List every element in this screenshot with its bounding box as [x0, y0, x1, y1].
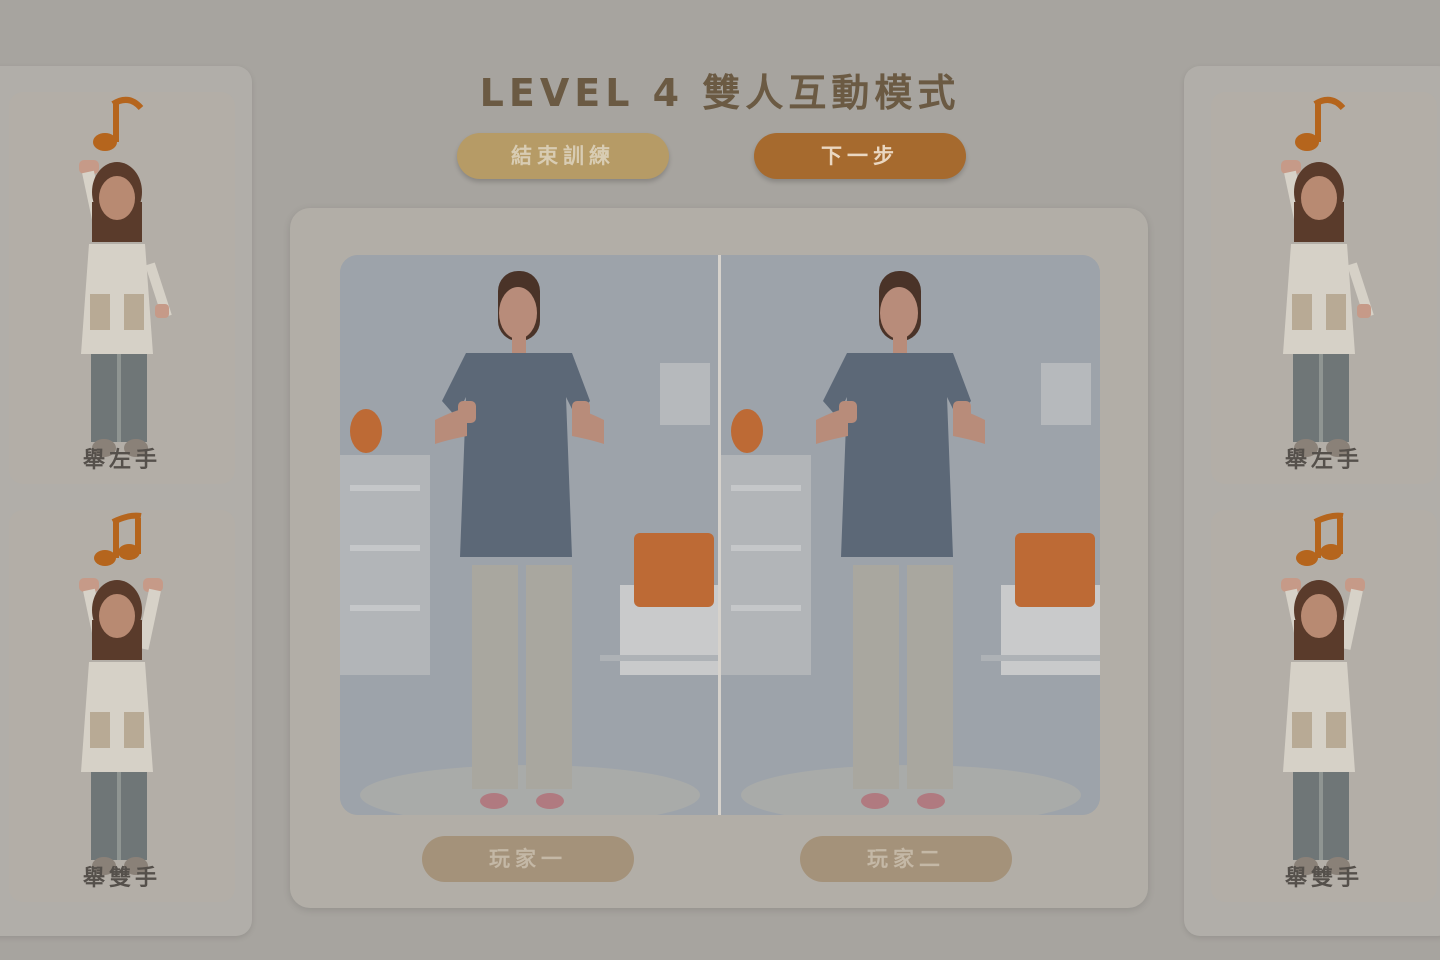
instruction-label: 舉雙手 [82, 866, 161, 891]
video-stage: 玩家一 玩家二 [290, 208, 1148, 908]
raise-left-hand-icon [1211, 92, 1437, 484]
instruction-card-raise-left-hand: 舉左手 [9, 92, 235, 484]
instruction-label: 舉左手 [1284, 448, 1363, 473]
right-instruction-panel: 舉左手 舉雙手 [1184, 66, 1440, 936]
player-two-video [721, 255, 1100, 815]
raise-both-hands-icon [9, 510, 235, 902]
raise-both-hands-icon [1211, 510, 1437, 902]
player-one-button[interactable]: 玩家一 [422, 836, 634, 882]
player-one-video [340, 255, 719, 815]
next-step-button[interactable]: 下一步 [754, 133, 966, 179]
instruction-label: 舉左手 [82, 448, 161, 473]
end-training-button[interactable]: 結束訓練 [457, 133, 669, 179]
raise-left-hand-icon [9, 92, 235, 484]
instruction-card-raise-both-hands: 舉雙手 [9, 510, 235, 902]
instruction-card-raise-left-hand: 舉左手 [1211, 92, 1437, 484]
player-one-camera-feed [340, 255, 719, 815]
page-title: LEVEL 4 雙人互動模式 [479, 71, 961, 115]
player-two-button[interactable]: 玩家二 [800, 836, 1012, 882]
left-instruction-panel: 舉左手 舉雙手 [0, 66, 252, 936]
instruction-card-raise-both-hands: 舉雙手 [1211, 510, 1437, 902]
player-two-camera-feed [721, 255, 1100, 815]
instruction-label: 舉雙手 [1284, 866, 1363, 891]
